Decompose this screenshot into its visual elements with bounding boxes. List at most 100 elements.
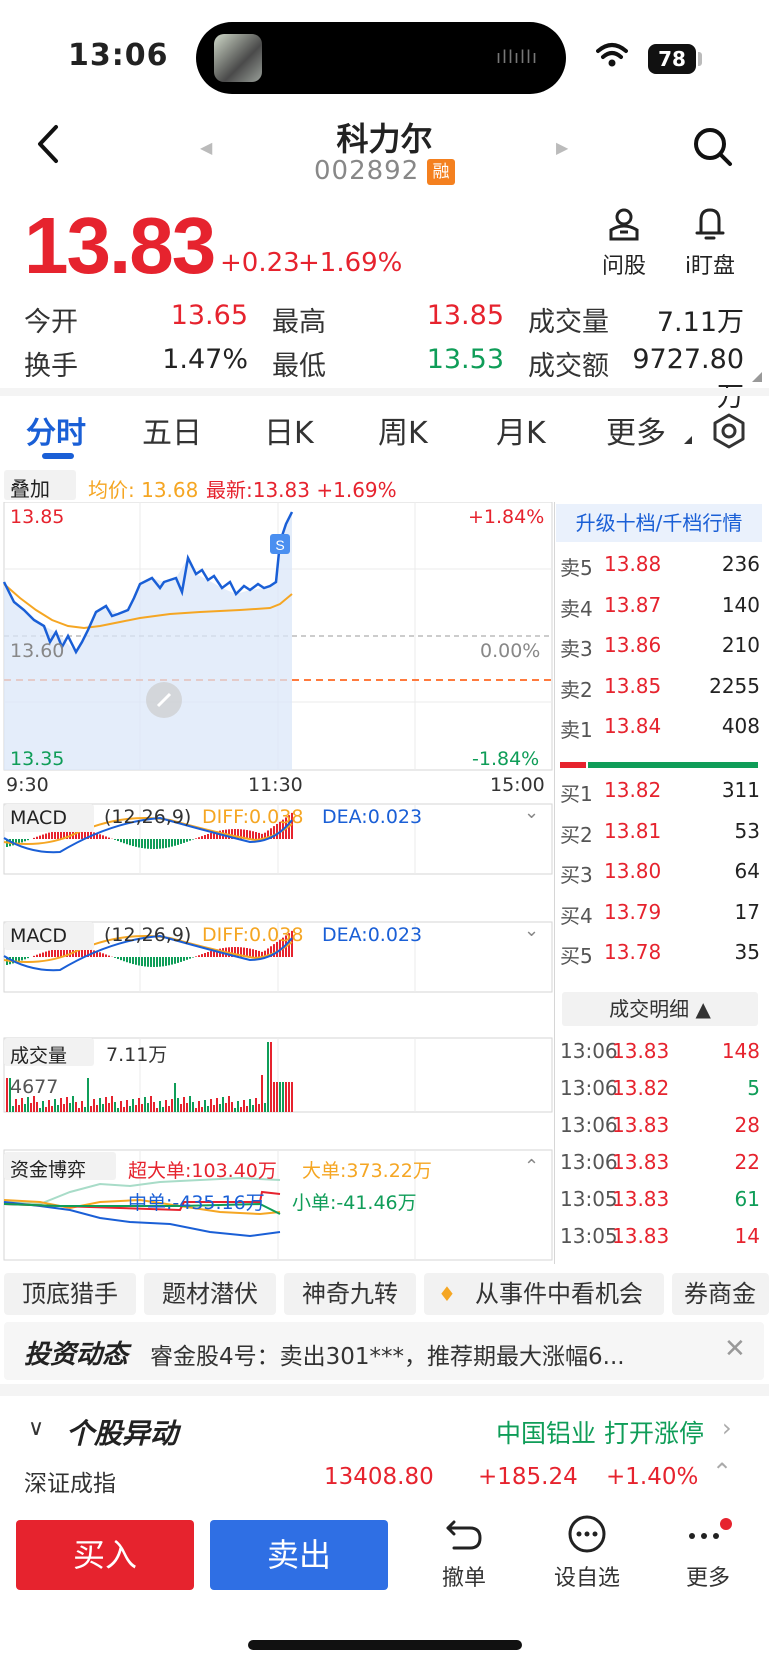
volume-bar [99,1098,101,1112]
trade-row[interactable]: 13:06 13.83 22 [560,1150,760,1188]
ask-stock-label: 问股 [601,254,646,279]
funds-expand-icon[interactable]: ⌃ [524,1156,539,1177]
volume-bar [51,1106,53,1112]
macd-bar [21,957,23,961]
ask-row[interactable]: 卖1 13.84 408 [560,714,760,754]
volume-bar [282,1082,284,1112]
volume-bar [30,1103,32,1112]
bid-row[interactable]: 买5 13.78 35 [560,940,760,980]
add-watchlist-button[interactable]: 设自选 [552,1514,622,1592]
chevron-down-icon[interactable]: ∨ [28,1416,44,1441]
macd-bar [249,948,251,957]
volume-bar [255,1098,257,1112]
volume-bar [84,1107,86,1112]
volume-bar [225,1103,227,1112]
ask-bid-ratio-red [560,762,586,768]
high-label: 最高 [272,307,326,338]
volume-bar [69,1103,71,1112]
more-button[interactable]: 更多 [676,1514,740,1592]
index-pct: +1.40% [606,1464,699,1490]
macd2-params: (12,26,9) [104,924,192,946]
close-icon[interactable]: ✕ [724,1334,746,1364]
macd1-diff: DIFF:0.038 [202,806,304,828]
macd-bar [24,839,26,842]
macd-bar [252,949,254,957]
trade-detail-button[interactable]: 成交明细 ▲ [562,992,758,1026]
news-banner[interactable]: 投资动态 睿金股4号：卖出301***，推荐期最大涨幅6... ✕ [4,1322,764,1380]
macd-bar [258,832,260,839]
ask-label: 卖2 [560,677,593,702]
bid-row[interactable]: 买3 13.80 64 [560,859,760,899]
tab-monthly-k[interactable]: 月K [496,408,546,452]
volume-selector[interactable]: 成交量 [4,1038,94,1067]
expand-corner-icon[interactable] [752,372,762,382]
tab-more[interactable]: 更多 [606,408,666,452]
volume-bar [267,1042,269,1112]
macd2-collapse-icon[interactable]: ⌄ [524,920,539,941]
macd2-selector[interactable]: MACD [4,922,94,950]
bid-price: 13.79 [604,899,662,924]
feature-bottom-top-hunter[interactable]: 顶底猎手 [4,1273,136,1315]
feature-magic-nine[interactable]: 神奇九转 [284,1273,416,1315]
bid-row[interactable]: 买2 13.81 53 [560,819,760,859]
index-expand-icon[interactable]: ⌃ [712,1458,732,1486]
upgrade-label: 升级十档/千档行情 [575,511,743,535]
ask-row[interactable]: 卖3 13.86 210 [560,633,760,673]
trade-row[interactable]: 13:05 13.83 61 [560,1187,760,1225]
sell-marker-text: S [275,537,284,553]
chevron-right-icon[interactable]: › [722,1414,732,1442]
trade-row[interactable]: 13:06 13.83 148 [560,1039,760,1077]
sell-button[interactable]: 卖出 [210,1520,388,1590]
macd-bar [24,957,26,960]
volume-bar [96,1105,98,1112]
upgrade-orderbook-button[interactable]: 升级十档/千档行情 [556,504,762,542]
bid-row[interactable]: 买1 13.82 311 [560,778,760,818]
funds-selector[interactable]: 资金博弈 [4,1152,116,1181]
ask-row[interactable]: 卖5 13.88 236 [560,552,760,592]
trade-row[interactable]: 13:06 13.83 28 [560,1113,760,1151]
ask-volume: 408 [721,714,760,738]
stock-name: 科力尔 [336,120,433,158]
macd-bar [159,957,161,967]
settings-icon[interactable] [710,412,748,450]
ask-row[interactable]: 卖4 13.87 140 [560,593,760,633]
feature-broker[interactable]: 券商金 [672,1273,769,1315]
macd-bar [117,957,119,960]
chart-canvas[interactable]: S [0,502,554,1262]
search-icon[interactable] [692,126,734,168]
bell-icon [695,208,725,240]
macd-bar [192,839,194,840]
macd1-collapse-icon[interactable]: ⌄ [524,802,539,823]
feature-event-opportunity[interactable]: ♦ 从事件中看机会 [424,1273,664,1315]
feature-theme-lurk[interactable]: 题材潜伏 [144,1273,276,1315]
trade-volume: 148 [721,1039,760,1063]
current-price: 13.83 [24,201,216,290]
cancel-order-button[interactable]: 撤单 [432,1514,496,1592]
bid-volume: 53 [734,818,760,843]
tab-intraday[interactable]: 分时 [26,408,86,452]
tab-weekly-k[interactable]: 周K [378,408,428,452]
tab-five-day[interactable]: 五日 [142,408,202,452]
macd-bar [105,836,107,839]
bid-label: 买2 [560,822,593,847]
buy-button[interactable]: 买入 [16,1520,194,1590]
macd-bar [132,839,134,847]
more-label: 更多 [685,1566,730,1591]
tab-more-caret-icon [684,436,692,444]
macd1-selector[interactable]: MACD [4,804,94,832]
volume-bar [276,1082,278,1112]
volume-bar [249,1099,251,1112]
trade-row[interactable]: 13:06 13.82 5 [560,1076,760,1114]
bid-row[interactable]: 买4 13.79 17 [560,900,760,940]
watch-button[interactable]: i盯盘 [680,206,740,280]
low-value: 13.53 [426,344,504,375]
volume-bar [108,1103,110,1112]
volume-bar [192,1102,194,1112]
volume-bar [174,1083,176,1112]
trade-row[interactable]: 13:05 13.83 14 [560,1224,760,1262]
anomaly-link[interactable]: 中国铝业 打开涨停 [496,1414,704,1450]
ask-row[interactable]: 卖2 13.85 2255 [560,674,760,714]
tab-daily-k[interactable]: 日K [264,408,314,452]
overlay-button[interactable]: 叠加 [4,470,76,501]
ask-stock-button[interactable]: 问股 [596,206,652,280]
